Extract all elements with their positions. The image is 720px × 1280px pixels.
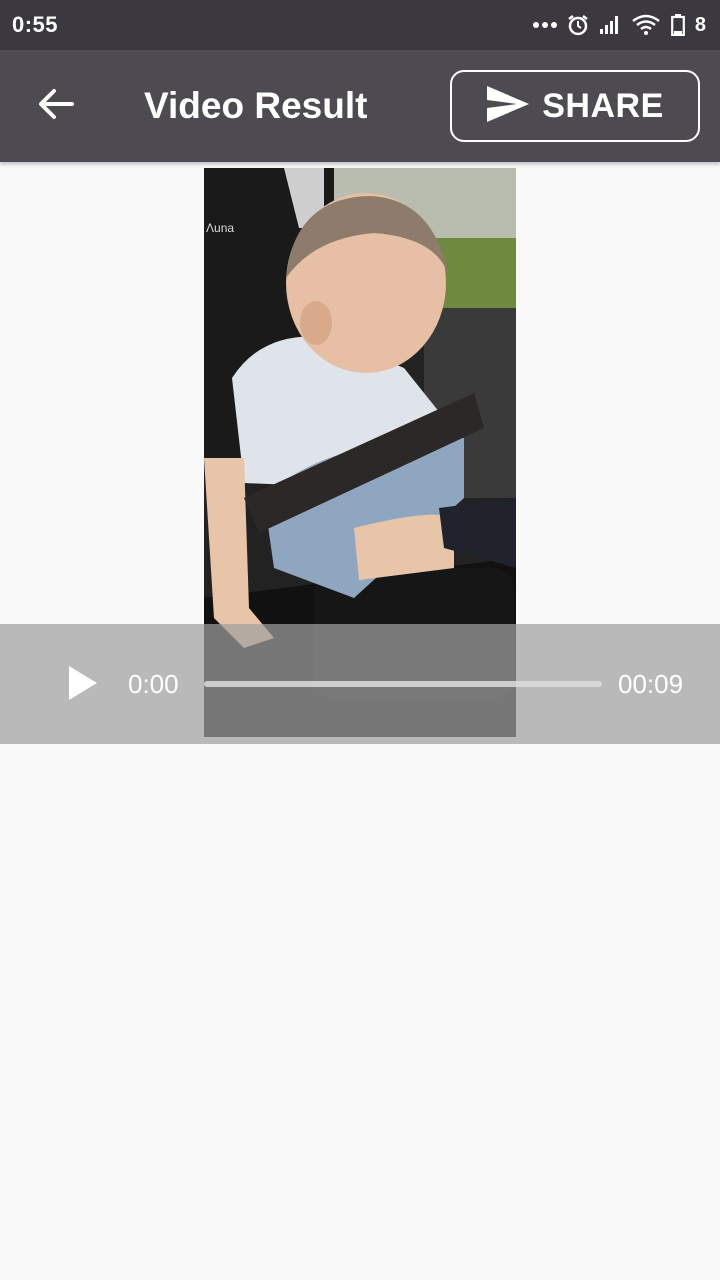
more-dots-icon	[532, 21, 557, 29]
send-icon	[486, 85, 530, 128]
play-button[interactable]	[58, 660, 108, 710]
battery-icon	[670, 14, 685, 36]
current-time: 0:00	[128, 669, 179, 699]
alarm-icon	[567, 14, 589, 36]
svg-text:Λuna: Λuna	[206, 221, 234, 235]
wifi-icon	[631, 14, 661, 36]
status-icons: 8	[532, 13, 706, 37]
video-controls: 0:00 00:09	[0, 624, 720, 744]
share-label: SHARE	[542, 86, 664, 125]
status-time: 0:55	[12, 12, 59, 37]
battery-level: 8	[694, 13, 706, 36]
arrow-left-icon	[38, 88, 74, 125]
total-time: 00:09	[618, 669, 684, 699]
seek-bar[interactable]	[204, 681, 602, 687]
status-bar: 0:55 8	[0, 0, 720, 50]
back-button[interactable]	[26, 76, 86, 136]
signal-icon	[599, 15, 621, 35]
app-bar: Video Result SHARE	[0, 50, 720, 162]
play-icon	[68, 665, 98, 706]
share-button[interactable]: SHARE	[450, 70, 700, 142]
page-title: Video Result	[144, 85, 368, 126]
